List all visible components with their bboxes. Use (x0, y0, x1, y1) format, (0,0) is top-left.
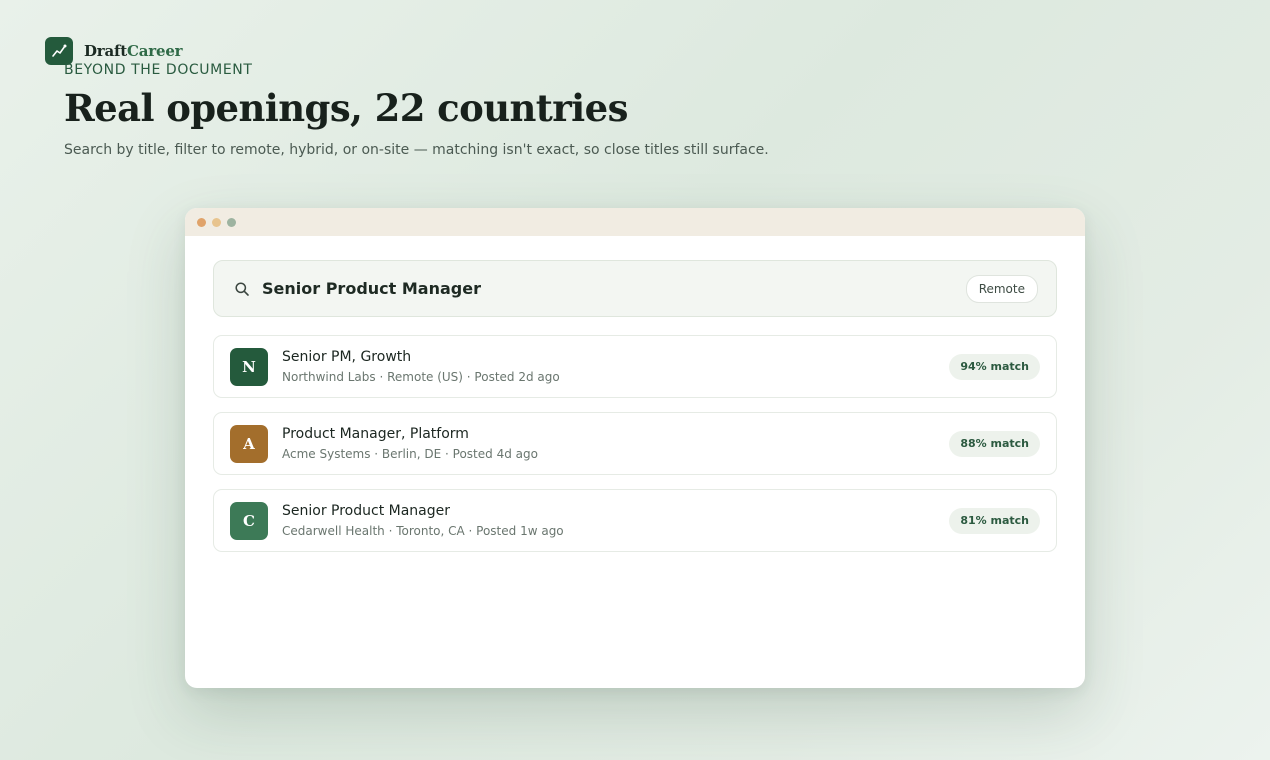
brand-name: DraftCareer (84, 42, 183, 60)
match-badge: 81% match (949, 507, 1040, 534)
page-title: Real openings, 22 countries (64, 86, 628, 130)
window-minimize-dot (212, 217, 221, 227)
job-result-row[interactable]: N Senior PM, Growth Northwind Labs · Rem… (213, 335, 1057, 398)
job-title: Product Manager, Platform (282, 426, 469, 442)
match-badge: 94% match (949, 353, 1040, 380)
job-result-text: Senior Product Manager Cedarwell Health … (282, 503, 564, 538)
section-eyebrow: BEYOND THE DOCUMENT (64, 62, 253, 78)
company-avatar: C (230, 501, 268, 540)
company-avatar: A (230, 424, 268, 463)
page-subtitle: Search by title, filter to remote, hybri… (64, 142, 769, 158)
window-maximize-dot (227, 217, 236, 227)
brand[interactable]: DraftCareer (45, 37, 183, 65)
window-titlebar (185, 208, 1085, 236)
company-avatar: N (230, 347, 268, 386)
trending-chart-icon (45, 37, 73, 65)
job-result-row[interactable]: A Product Manager, Platform Acme Systems… (213, 412, 1057, 475)
brand-name-part2: Career (127, 42, 183, 60)
app-window-mockup: Senior Product Manager Remote N Senior P… (185, 208, 1085, 688)
search-input[interactable]: Senior Product Manager (262, 279, 481, 298)
job-title: Senior Product Manager (282, 503, 451, 519)
job-results-list: N Senior PM, Growth Northwind Labs · Rem… (213, 335, 1057, 566)
job-search-bar[interactable]: Senior Product Manager Remote (213, 260, 1057, 317)
search-icon (234, 281, 250, 297)
window-close-dot (197, 217, 206, 227)
job-result-text: Product Manager, Platform Acme Systems ·… (282, 426, 538, 461)
brand-name-part1: Draft (84, 42, 128, 60)
remote-filter-chip[interactable]: Remote (965, 274, 1038, 303)
job-title: Senior PM, Growth (282, 349, 412, 365)
match-badge: 88% match (949, 430, 1040, 457)
job-result-text: Senior PM, Growth Northwind Labs · Remot… (282, 349, 560, 384)
job-meta: Cedarwell Health · Toronto, CA · Posted … (282, 524, 564, 538)
job-meta: Northwind Labs · Remote (US) · Posted 2d… (282, 370, 560, 384)
job-result-row[interactable]: C Senior Product Manager Cedarwell Healt… (213, 489, 1057, 552)
job-meta: Acme Systems · Berlin, DE · Posted 4d ag… (282, 447, 538, 461)
